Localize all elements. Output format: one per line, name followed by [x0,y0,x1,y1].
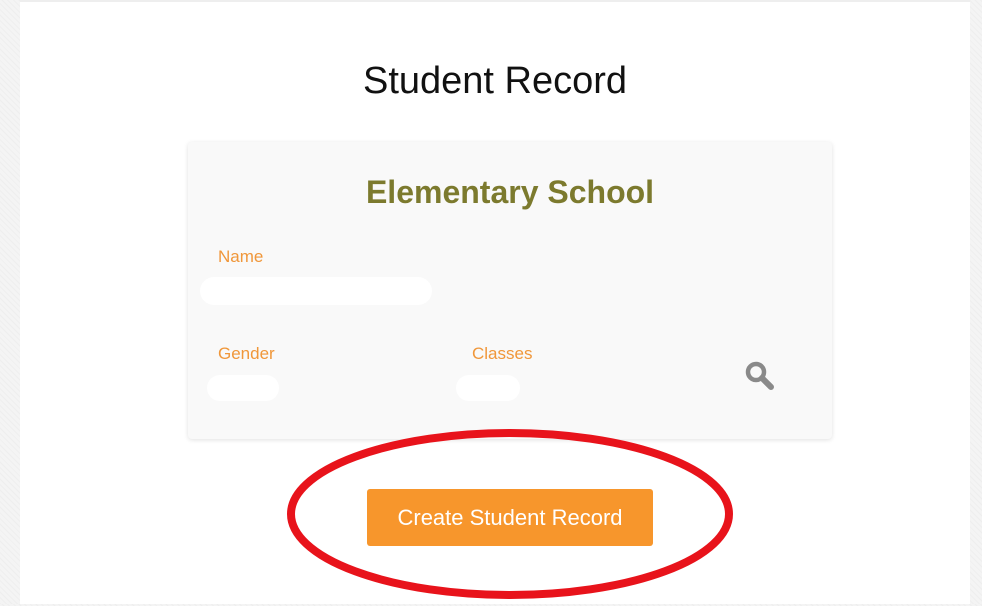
page-title: Student Record [362,60,628,102]
name-label: Name [218,247,264,266]
classes-label: Classes [472,344,533,363]
search-button[interactable] [740,356,780,396]
gender-input[interactable] [207,375,279,401]
search-card: Elementary School Name Gender Classes [188,142,832,439]
page-container: Student Record Elementary School Name Ge… [20,0,970,604]
gender-label: Gender [218,344,275,363]
create-student-record-button[interactable]: Create Student Record [367,489,653,546]
classes-input[interactable] [456,375,520,401]
name-input[interactable] [200,277,432,305]
search-icon [745,361,774,390]
school-title: Elementary School [365,174,655,210]
